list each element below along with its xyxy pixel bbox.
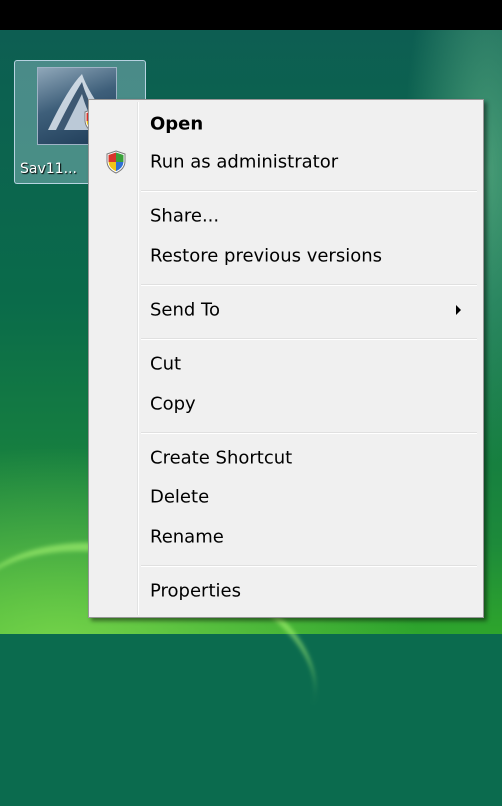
menu-item-create-shortcut[interactable]: Create Shortcut (91, 439, 481, 477)
menu-item-label: Properties (150, 580, 241, 602)
menu-separator (141, 432, 477, 434)
menu-item-label: Open (150, 113, 204, 135)
menu-item-label: Cut (150, 353, 182, 375)
context-menu: Open Run as administrator Share... Resto… (88, 99, 484, 618)
menu-item-rename[interactable]: Rename (91, 518, 481, 556)
menu-item-copy[interactable]: Copy (91, 385, 481, 423)
desktop-icon-label: Sav11... (20, 161, 77, 177)
menu-item-label: Copy (150, 393, 196, 415)
menu-item-label: Rename (150, 526, 224, 548)
menu-item-run-as-administrator[interactable]: Run as administrator (91, 143, 481, 181)
menu-item-cut[interactable]: Cut (91, 345, 481, 383)
menu-item-share[interactable]: Share... (91, 197, 481, 235)
menu-item-label: Restore previous versions (150, 245, 383, 267)
menu-item-label: Run as administrator (150, 151, 339, 173)
menu-separator (141, 565, 477, 567)
menu-item-send-to[interactable]: Send To (91, 291, 481, 329)
menu-item-restore-previous-versions[interactable]: Restore previous versions (91, 237, 481, 275)
submenu-arrow-icon (456, 305, 461, 315)
menu-item-label: Delete (150, 486, 210, 508)
menu-item-open[interactable]: Open (91, 105, 481, 143)
top-black-bar (0, 0, 502, 30)
menu-item-delete[interactable]: Delete (91, 478, 481, 516)
menu-item-label: Create Shortcut (150, 447, 293, 469)
menu-item-label: Send To (150, 299, 221, 321)
uac-shield-icon (106, 150, 126, 174)
menu-separator (141, 190, 477, 192)
menu-separator (141, 284, 477, 286)
menu-item-properties[interactable]: Properties (91, 572, 481, 610)
menu-separator (141, 338, 477, 340)
menu-item-label: Share... (150, 205, 220, 227)
